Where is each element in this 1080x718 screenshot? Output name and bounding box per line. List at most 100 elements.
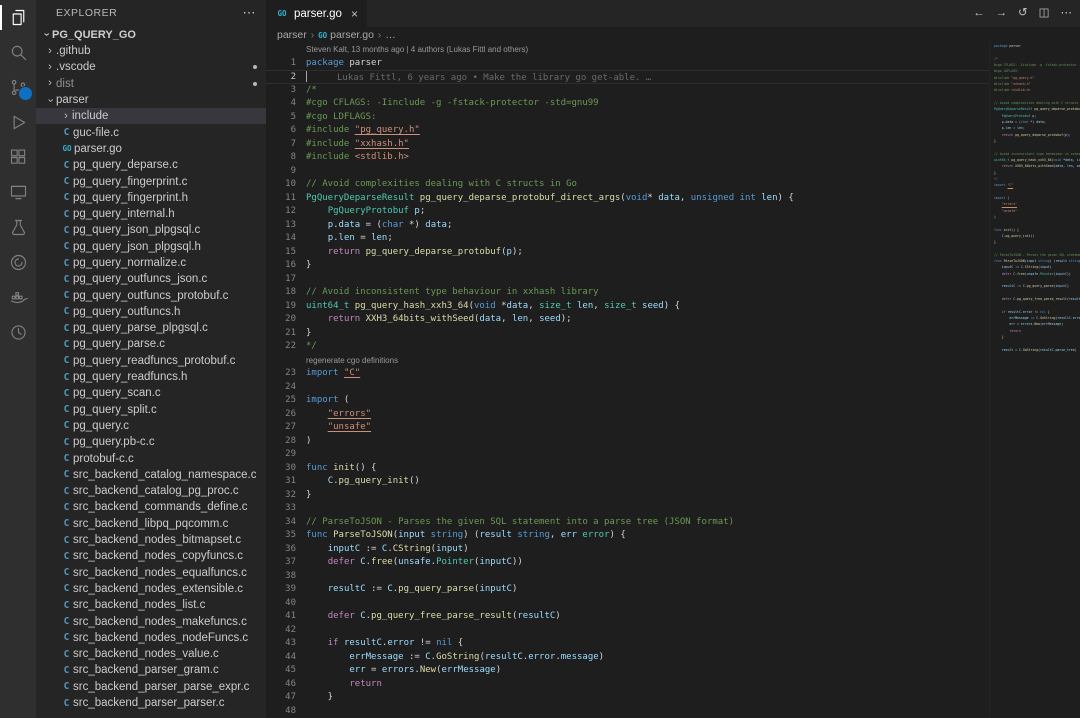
explorer-icon[interactable] — [0, 0, 36, 35]
testing-icon[interactable] — [0, 210, 36, 245]
tree-file-src_backend_commands_define.c[interactable]: Csrc_backend_commands_define.c — [36, 499, 266, 515]
run-debug-icon[interactable] — [0, 105, 36, 140]
line-number[interactable]: 19 — [266, 300, 296, 314]
minimap[interactable]: package parser/*#cgo CFLAGS: -Iinclude -… — [989, 43, 1080, 718]
line-number[interactable]: 48 — [266, 705, 296, 718]
tree-file-pg_query_outfuncs_json.c[interactable]: Cpg_query_outfuncs_json.c — [36, 271, 266, 287]
tree-file-parser.go[interactable]: GOparser.go — [36, 141, 266, 157]
breadcrumb-item[interactable]: GOparser.go — [318, 29, 374, 41]
docker-icon[interactable] — [0, 280, 36, 315]
tree-folder-.github[interactable]: .github — [36, 43, 266, 59]
tree-file-src_backend_nodes_equalfuncs.c[interactable]: Csrc_backend_nodes_equalfuncs.c — [36, 565, 266, 581]
tree-file-src_backend_nodes_bitmapset.c[interactable]: Csrc_backend_nodes_bitmapset.c — [36, 532, 266, 548]
line-number[interactable]: 22 — [266, 340, 296, 354]
breadcrumb-item[interactable]: parser — [277, 29, 307, 41]
tree-folder-dist[interactable]: dist — [36, 76, 266, 92]
code-lens[interactable]: regenerate cgo definitions — [306, 354, 398, 368]
line-number[interactable]: 10 — [266, 178, 296, 192]
live-share-icon[interactable] — [0, 245, 36, 280]
line-number[interactable]: 47 — [266, 691, 296, 705]
line-number[interactable]: 38 — [266, 570, 296, 584]
line-number[interactable]: 39 — [266, 583, 296, 597]
tree-file-src_backend_catalog_namespace.c[interactable]: Csrc_backend_catalog_namespace.c — [36, 467, 266, 483]
prev-change-icon[interactable]: ← — [973, 8, 985, 20]
tree-file-pg_query_readfuncs_protobuf.c[interactable]: Cpg_query_readfuncs_protobuf.c — [36, 353, 266, 369]
line-number[interactable]: 23 — [266, 367, 296, 381]
breadcrumb-item[interactable]: … — [385, 29, 396, 41]
tree-file-src_backend_nodes_value.c[interactable]: Csrc_backend_nodes_value.c — [36, 646, 266, 662]
tree-file-pg_query_normalize.c[interactable]: Cpg_query_normalize.c — [36, 255, 266, 271]
tree-file-pg_query.pb-c.c[interactable]: Cpg_query.pb-c.c — [36, 434, 266, 450]
line-number[interactable]: 33 — [266, 502, 296, 516]
line-number[interactable]: 9 — [266, 165, 296, 179]
line-number[interactable]: 7 — [266, 138, 296, 152]
tree-file-src_backend_nodes_extensible.c[interactable]: Csrc_backend_nodes_extensible.c — [36, 581, 266, 597]
line-number[interactable]: 34 — [266, 516, 296, 530]
line-number[interactable]: 35 — [266, 529, 296, 543]
tree-folder-.vscode[interactable]: .vscode — [36, 59, 266, 75]
line-number[interactable]: 2 — [266, 71, 296, 83]
line-number[interactable]: 5 — [266, 111, 296, 125]
tree-file-src_backend_catalog_pg_proc.c[interactable]: Csrc_backend_catalog_pg_proc.c — [36, 483, 266, 499]
line-number[interactable]: 41 — [266, 610, 296, 624]
source-control-icon[interactable] — [0, 70, 36, 105]
line-number[interactable]: 14 — [266, 232, 296, 246]
tree-file-pg_query_json_plpgsql.c[interactable]: Cpg_query_json_plpgsql.c — [36, 222, 266, 238]
line-number[interactable]: 43 — [266, 637, 296, 651]
tree-file-pg_query_fingerprint.h[interactable]: Cpg_query_fingerprint.h — [36, 190, 266, 206]
line-number[interactable]: 31 — [266, 475, 296, 489]
line-number[interactable]: 36 — [266, 543, 296, 557]
line-number[interactable]: 16 — [266, 259, 296, 273]
line-number[interactable]: 26 — [266, 408, 296, 422]
tree-file-pg_query_outfuncs.h[interactable]: Cpg_query_outfuncs.h — [36, 304, 266, 320]
line-number[interactable]: 13 — [266, 219, 296, 233]
tree-file-src_backend_parser_parser.c[interactable]: Csrc_backend_parser_parser.c — [36, 695, 266, 711]
tree-file-pg_query_scan.c[interactable]: Cpg_query_scan.c — [36, 385, 266, 401]
line-number[interactable]: 1 — [266, 57, 296, 71]
blame-lens[interactable]: Steven Kalt, 13 months ago | 4 authors (… — [306, 43, 528, 57]
tree-folder-parser[interactable]: parser — [36, 92, 266, 108]
line-number[interactable]: 21 — [266, 327, 296, 341]
line-number[interactable]: 4 — [266, 97, 296, 111]
line-number[interactable]: 27 — [266, 421, 296, 435]
tree-file-src_backend_libpq_pqcomm.c[interactable]: Csrc_backend_libpq_pqcomm.c — [36, 516, 266, 532]
extensions-icon[interactable] — [0, 140, 36, 175]
tree-file-src_backend_nodes_list.c[interactable]: Csrc_backend_nodes_list.c — [36, 597, 266, 613]
tree-file-pg_query_deparse.c[interactable]: Cpg_query_deparse.c — [36, 157, 266, 173]
tree-file-pg_query.c[interactable]: Cpg_query.c — [36, 418, 266, 434]
line-number[interactable]: 11 — [266, 192, 296, 206]
split-editor-icon[interactable]: ◫ — [1039, 8, 1050, 20]
line-number[interactable]: 28 — [266, 435, 296, 449]
remote-explorer-icon[interactable] — [0, 175, 36, 210]
line-number[interactable]: 46 — [266, 678, 296, 692]
line-number[interactable]: 44 — [266, 651, 296, 665]
line-number[interactable]: 12 — [266, 205, 296, 219]
line-number[interactable]: 30 — [266, 462, 296, 476]
line-number[interactable]: 8 — [266, 151, 296, 165]
line-number[interactable]: 45 — [266, 664, 296, 678]
tree-file-guc-file.c[interactable]: Cguc-file.c — [36, 124, 266, 140]
tree-file-pg_query_fingerprint.c[interactable]: Cpg_query_fingerprint.c — [36, 173, 266, 189]
tree-file-src_backend_nodes_makefuncs.c[interactable]: Csrc_backend_nodes_makefuncs.c — [36, 613, 266, 629]
line-number[interactable]: 3 — [266, 84, 296, 98]
tree-file-src_backend_parser_parse_expr.c[interactable]: Csrc_backend_parser_parse_expr.c — [36, 679, 266, 695]
gitlens-icon[interactable] — [0, 315, 36, 350]
tree-file-pg_query_readfuncs.h[interactable]: Cpg_query_readfuncs.h — [36, 369, 266, 385]
tree-file-pg_query_internal.h[interactable]: Cpg_query_internal.h — [36, 206, 266, 222]
line-number[interactable]: 15 — [266, 246, 296, 260]
more-actions-icon[interactable]: ⋯ — [1061, 8, 1073, 20]
tree-file-src_backend_nodes_copyfuncs.c[interactable]: Csrc_backend_nodes_copyfuncs.c — [36, 548, 266, 564]
tree-file-pg_query_json_plpgsql.h[interactable]: Cpg_query_json_plpgsql.h — [36, 239, 266, 255]
line-number[interactable]: 6 — [266, 124, 296, 138]
tree-file-src_backend_nodes_nodeFuncs.c[interactable]: Csrc_backend_nodes_nodeFuncs.c — [36, 630, 266, 646]
tree-root-pg-query-go[interactable]: PG_QUERY_GO — [36, 26, 266, 43]
tree-file-pg_query_parse.c[interactable]: Cpg_query_parse.c — [36, 336, 266, 352]
tree-file-pg_query_parse_plpgsql.c[interactable]: Cpg_query_parse_plpgsql.c — [36, 320, 266, 336]
search-icon[interactable] — [0, 35, 36, 70]
next-change-icon[interactable]: → — [995, 8, 1007, 20]
line-number[interactable]: 29 — [266, 448, 296, 462]
tree-folder-include[interactable]: include — [36, 108, 266, 124]
code-area[interactable]: Steven Kalt, 13 months ago | 4 authors (… — [266, 43, 1080, 718]
tab-parser-go[interactable]: GO parser.go × — [266, 0, 367, 27]
file-history-icon[interactable]: ↺ — [1018, 8, 1028, 20]
